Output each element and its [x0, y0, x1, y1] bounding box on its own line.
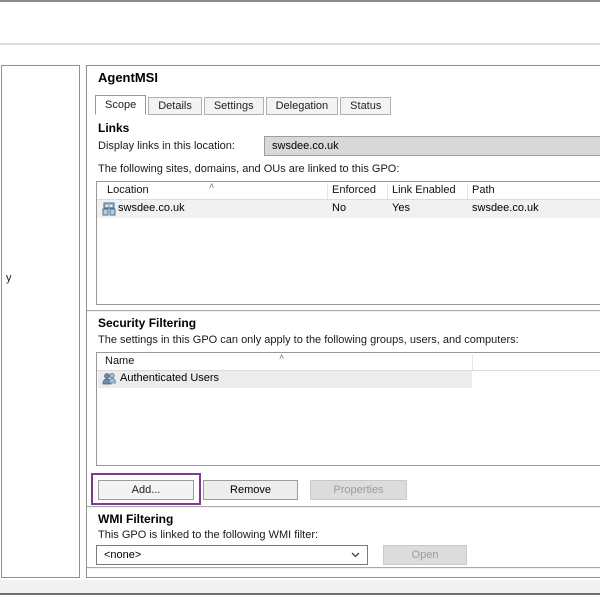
links-table-caption: The following sites, domains, and OUs ar…: [98, 163, 399, 175]
cell-location: swsdee.co.uk: [118, 202, 185, 214]
column-divider: [472, 354, 473, 370]
security-filtering-list: ˄ Name Authenticated Users: [96, 352, 600, 466]
tab-details[interactable]: Details: [148, 97, 202, 115]
security-filtering-heading: Security Filtering: [98, 316, 196, 330]
column-divider: [467, 183, 468, 199]
column-divider: [387, 183, 388, 199]
toolbar-separator: [0, 43, 600, 45]
section-divider: [87, 506, 600, 508]
sort-ascending-caret: ˄: [209, 182, 214, 190]
tab-scope[interactable]: Scope: [95, 95, 146, 115]
gpo-details-pane: AgentMSI Scope Details Settings Delegati…: [86, 65, 600, 578]
column-header-name[interactable]: Name: [105, 355, 134, 367]
sort-ascending-caret: ˄: [279, 353, 284, 361]
wmi-filter-value: <none>: [104, 549, 141, 561]
links-section-heading: Links: [98, 121, 129, 135]
gpo-title: AgentMSI: [98, 70, 158, 85]
tab-settings[interactable]: Settings: [204, 97, 264, 115]
links-table: ˄ Location Enforced Link Enabled Path sw…: [96, 181, 600, 305]
tree-item-clipped-text: y: [6, 272, 12, 284]
window-top-edge: [0, 0, 600, 2]
cell-path: swsdee.co.uk: [472, 202, 539, 214]
properties-button: Properties: [310, 480, 407, 500]
section-divider: [87, 567, 600, 569]
open-button: Open: [383, 545, 467, 565]
column-header-location[interactable]: Location: [107, 184, 149, 196]
links-table-header[interactable]: ˄ Location Enforced Link Enabled Path: [97, 182, 600, 200]
column-header-path[interactable]: Path: [472, 184, 495, 196]
display-links-label: Display links in this location:: [98, 140, 235, 152]
security-filtering-caption: The settings in this GPO can only apply …: [98, 334, 519, 346]
column-header-link-enabled[interactable]: Link Enabled: [392, 184, 456, 196]
section-divider: [87, 310, 600, 312]
wmi-filtering-heading: WMI Filtering: [98, 512, 173, 526]
list-item-label: Authenticated Users: [120, 372, 219, 384]
column-header-enforced[interactable]: Enforced: [332, 184, 376, 196]
wmi-filter-dropdown[interactable]: <none>: [96, 545, 368, 565]
cell-link-enabled: Yes: [392, 202, 410, 214]
wmi-filtering-caption: This GPO is linked to the following WMI …: [98, 529, 318, 541]
tab-delegation[interactable]: Delegation: [266, 97, 339, 115]
users-group-icon: [102, 372, 116, 386]
cell-enforced: No: [332, 202, 346, 214]
location-dropdown[interactable]: swsdee.co.uk: [264, 136, 600, 156]
add-button[interactable]: Add...: [98, 480, 194, 500]
window-bottom-edge: [0, 593, 600, 595]
tab-status[interactable]: Status: [340, 97, 391, 115]
chevron-down-icon: [351, 552, 360, 558]
console-tree-panel[interactable]: y: [1, 65, 80, 578]
domain-icon: [102, 202, 116, 216]
gpo-tabstrip: Scope Details Settings Delegation Status: [95, 95, 393, 115]
list-item-authenticated-users[interactable]: Authenticated Users: [98, 371, 472, 388]
security-list-header[interactable]: ˄ Name: [97, 353, 600, 371]
status-bar: [0, 580, 600, 593]
remove-button[interactable]: Remove: [203, 480, 298, 500]
column-divider: [327, 183, 328, 199]
table-row[interactable]: swsdee.co.uk No Yes swsdee.co.uk: [97, 200, 600, 218]
